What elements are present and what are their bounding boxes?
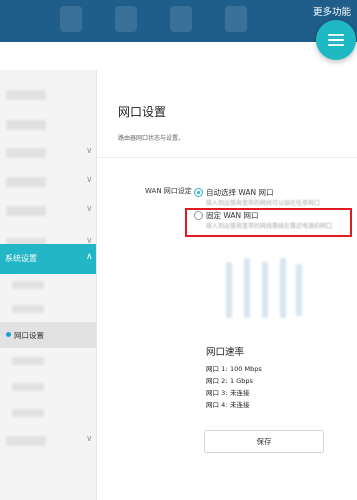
page-title: 网口设置 (118, 105, 167, 119)
router-ports-image (222, 258, 302, 320)
option-description: 接入到运营商宽带的网线可以插在任意网口 (206, 200, 321, 207)
selected-dot-icon (6, 332, 11, 337)
sidebar-item[interactable]: ∨ (0, 196, 96, 226)
sidebar-subitem[interactable] (0, 400, 96, 426)
sidebar-subitem[interactable] (0, 374, 96, 400)
port-status: 100 Mbps (230, 365, 262, 373)
sidebar-subitem[interactable] (0, 348, 96, 374)
option-title: 自动选择 WAN 网口 (206, 188, 274, 197)
chevron-down-icon: ∨ (86, 175, 93, 185)
port-row: 网口 4: 未连接 (206, 399, 250, 409)
port-name: 网口 1: (206, 365, 228, 373)
sidebar-subitem[interactable] (0, 296, 96, 322)
wan-setting-label: WAN 网口设定 (145, 187, 192, 195)
blurred-nav-icon (60, 6, 82, 32)
sidebar-item[interactable]: ∨ (0, 138, 96, 168)
page-description: 路由器网口状态与设置。 (118, 135, 185, 142)
port-name: 网口 4: (206, 401, 228, 409)
port-name: 网口 2: (206, 377, 228, 385)
port-row: 网口 1: 100 Mbps (206, 363, 262, 373)
port-status: 未连接 (230, 401, 250, 409)
port-status: 未连接 (230, 389, 250, 397)
port-row: 网口 3: 未连接 (206, 387, 250, 397)
port-status: 1 Gbps (230, 377, 253, 385)
chevron-up-icon: ∧ (86, 252, 93, 262)
top-header: 更多功能 (0, 0, 357, 42)
sidebar: ∨ ∨ ∨ ∨ 系统设置 ∧ 网口设置 ∨ (0, 70, 97, 500)
blurred-nav-icon (115, 6, 137, 32)
chevron-down-icon: ∨ (86, 146, 93, 156)
sidebar-item[interactable]: ∨ (0, 426, 96, 456)
sidebar-item[interactable]: ∨ (0, 167, 96, 197)
radio-button-selected[interactable] (194, 188, 203, 197)
menu-fab-button[interactable] (316, 20, 356, 60)
blurred-nav-icon (170, 6, 192, 32)
blurred-nav-icon (225, 6, 247, 32)
sidebar-item[interactable] (0, 80, 96, 110)
port-name: 网口 3: (206, 389, 228, 397)
sidebar-subitem-port-settings[interactable]: 网口设置 (0, 322, 96, 348)
sidebar-item-system-settings[interactable]: 系统设置 ∧ (0, 244, 96, 274)
sidebar-item-label: 系统设置 (5, 254, 37, 263)
port-row: 网口 2: 1 Gbps (206, 375, 253, 385)
chevron-down-icon: ∨ (86, 434, 93, 444)
sidebar-item[interactable] (0, 110, 96, 140)
save-button[interactable]: 保存 (204, 430, 324, 453)
highlight-box (185, 208, 352, 237)
hamburger-icon (328, 34, 344, 46)
chevron-down-icon: ∨ (86, 204, 93, 214)
port-speed-title: 网口速率 (206, 347, 245, 358)
sidebar-subitem-label: 网口设置 (14, 331, 44, 340)
sidebar-subitem[interactable] (0, 272, 96, 298)
divider (96, 157, 357, 158)
more-features-link[interactable]: 更多功能 (313, 4, 351, 18)
